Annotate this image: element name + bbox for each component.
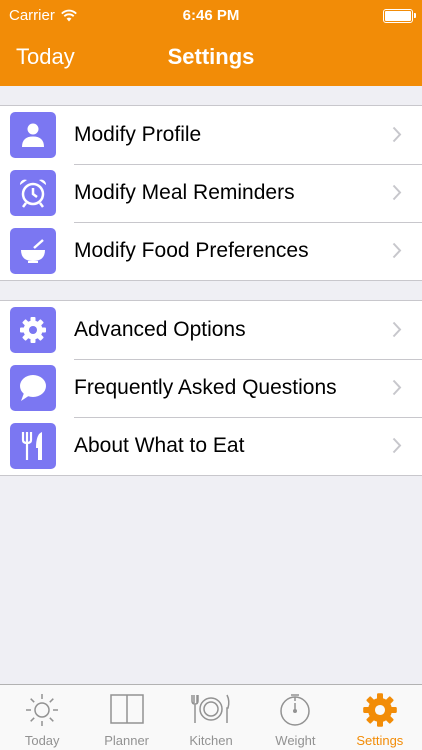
clock: 6:46 PM — [182, 7, 240, 24]
settings-row-about[interactable]: About What to Eat — [0, 417, 422, 475]
chevron-right-icon — [392, 379, 402, 396]
tab-label: Planner — [104, 733, 150, 748]
tab-weight[interactable]: Weight — [253, 685, 337, 750]
scale-icon — [280, 694, 311, 726]
tab-label: Settings — [356, 733, 404, 748]
settings-row-modify-meal-reminders[interactable]: Modify Meal Reminders — [0, 164, 422, 222]
tab-label: Kitchen — [189, 733, 233, 748]
tab-label: Weight — [275, 733, 316, 748]
chevron-right-icon — [392, 321, 402, 338]
battery-icon — [383, 9, 416, 23]
navigation-bar: Today Settings — [0, 30, 422, 86]
gear-icon — [363, 693, 397, 727]
plate-cutlery-icon — [191, 694, 230, 723]
settings-row-faq[interactable]: Frequently Asked Questions — [0, 359, 422, 417]
top-bar: Carrier 6:46 PM Today Settings — [0, 0, 422, 86]
page-title: Settings — [167, 44, 255, 69]
tab-label: Today — [24, 733, 60, 748]
settings-group-profile: Modify Profile Modify Meal Reminders Mod… — [0, 105, 422, 281]
speech-bubble-icon — [10, 365, 56, 411]
tab-settings[interactable]: Settings — [338, 685, 422, 750]
status-bar: Carrier 6:46 PM — [0, 0, 422, 30]
gear-icon — [10, 307, 56, 353]
fork-knife-icon — [10, 423, 56, 469]
row-label: About What to Eat — [74, 434, 245, 457]
tab-today[interactable]: Today — [0, 685, 84, 750]
row-label: Frequently Asked Questions — [74, 376, 337, 399]
settings-row-advanced-options[interactable]: Advanced Options — [0, 301, 422, 359]
bowl-icon — [10, 228, 56, 274]
chevron-right-icon — [392, 437, 402, 454]
chevron-right-icon — [392, 126, 402, 143]
tab-planner[interactable]: Planner — [84, 685, 168, 750]
book-icon — [109, 694, 144, 724]
row-label: Modify Profile — [74, 123, 202, 146]
tab-kitchen[interactable]: Kitchen — [169, 685, 253, 750]
settings-group-about: Advanced Options Frequently Asked Questi… — [0, 300, 422, 476]
chevron-right-icon — [392, 184, 402, 201]
tab-bar: Today Planner Kitchen Weight Settings — [0, 684, 422, 750]
row-label: Modify Food Preferences — [74, 239, 309, 262]
settings-row-modify-profile[interactable]: Modify Profile — [0, 106, 422, 164]
chevron-right-icon — [392, 242, 402, 259]
profile-icon — [10, 112, 56, 158]
row-label: Modify Meal Reminders — [74, 181, 295, 204]
row-label: Advanced Options — [74, 318, 246, 341]
settings-row-modify-food-preferences[interactable]: Modify Food Preferences — [0, 222, 422, 280]
alarm-clock-icon — [10, 170, 56, 216]
sun-icon — [26, 694, 59, 726]
